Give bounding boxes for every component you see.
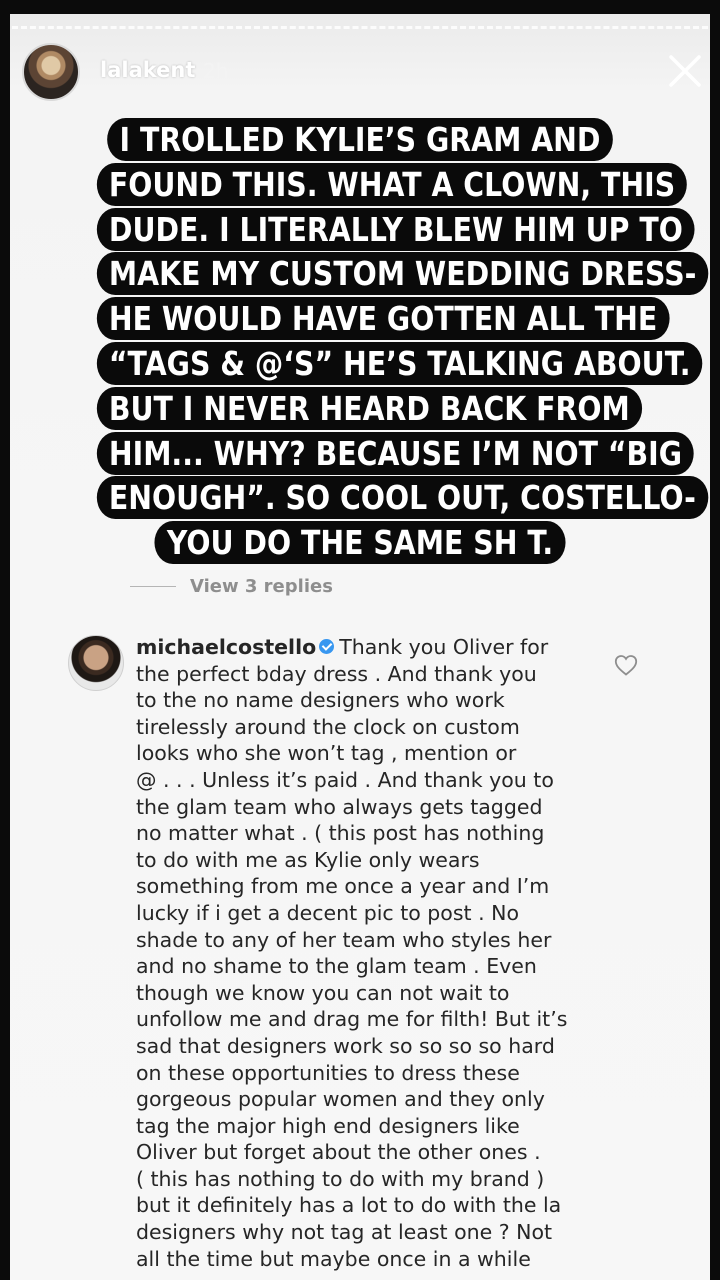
story-avatar[interactable]	[22, 43, 80, 101]
overlay-line: BUT I NEVER HEARD BACK FROM	[96, 386, 642, 430]
story-progress-bar	[12, 26, 708, 33]
comment-text-line: all the time but maybe once in a while	[136, 1246, 531, 1271]
comment-text-line: lucky if i get a decent pic to post . No	[136, 900, 519, 925]
comment-text-line: the perfect bday dress . And thank you	[136, 661, 537, 686]
comment-text-line: though we know you can not wait to	[136, 980, 510, 1005]
comment-avatar[interactable]	[68, 635, 124, 691]
overlay-line: YOU DO THE SAME SH T.	[154, 521, 566, 565]
comment-text-line: ( this has nothing to do with my brand )	[136, 1166, 545, 1191]
comment-text-line: no matter what . ( this post has nothing	[136, 821, 545, 846]
left-edge	[0, 0, 10, 1280]
story-username[interactable]: lalakent	[100, 58, 195, 82]
top-band	[0, 0, 720, 14]
comment-text-line: Thank you Oliver for	[339, 635, 549, 659]
story-view[interactable]: lalakent 2h View 3 replies michaelcostel…	[0, 0, 720, 1280]
overlay-line: MAKE MY CUSTOM WEDDING DRESS-	[96, 252, 709, 296]
comment-text-line: tirelessly around the clock on custom	[136, 714, 520, 739]
comment-username[interactable]: michaelcostello	[136, 635, 316, 659]
comment-first-row: michaelcostello Thank you Oliver for	[136, 634, 606, 661]
close-icon-glyph	[669, 55, 701, 87]
overlay-line: HE WOULD HAVE GOTTEN ALL THE	[96, 297, 670, 341]
comment-text-line: on these opportunities to dress these	[136, 1060, 520, 1085]
story-timestamp: 2h	[203, 59, 229, 83]
overlay-line: FOUND THIS. WHAT A CLOWN, THIS	[96, 162, 688, 206]
like-heart-icon[interactable]	[614, 654, 638, 676]
comment-text-line: sad that designers work so so so so hard	[136, 1033, 555, 1058]
heart-icon	[614, 655, 638, 676]
comment-text-line: Oliver but forget about the other ones .	[136, 1140, 541, 1165]
comment-text-line: gorgeous popular women and they only	[136, 1087, 545, 1112]
overlay-line: “TAGS & @‘S” HE’S TALKING ABOUT.	[96, 341, 703, 385]
replies-dash	[130, 585, 176, 587]
right-edge	[710, 0, 720, 1280]
view-replies-label[interactable]: View 3 replies	[190, 576, 333, 597]
comment-text-line: something from me once a year and I’m	[136, 874, 550, 899]
comment-text-line: to the no name designers who work	[136, 688, 505, 713]
overlay-line: HIM... WHY? BECAUSE I’M NOT “BIG	[96, 431, 695, 475]
comment-text-line: designers why not tag at least one ? Not	[136, 1220, 553, 1245]
comment-body: michaelcostello Thank you Oliver for the …	[136, 634, 606, 1272]
verified-badge-icon	[319, 638, 335, 654]
comment-text-line: and no shame to the glam team . Even	[136, 954, 537, 979]
comment-text-line: looks who she won’t tag , mention or	[136, 741, 517, 766]
story-text-overlay: I TROLLED KYLIE’S GRAM AND FOUND THIS. W…	[96, 118, 709, 566]
comment-text-line: tag the major high end designers like	[136, 1113, 520, 1138]
overlay-line: DUDE. I LITERALLY BLEW HIM UP TO	[96, 207, 695, 251]
comment-text-line: to do with me as Kylie only wears	[136, 847, 480, 872]
close-icon[interactable]	[664, 50, 706, 92]
comment-text-line: unfollow me and drag me for filth! But i…	[136, 1007, 568, 1032]
comment-text-line: the glam team who always gets tagged	[136, 794, 543, 819]
overlay-line: I TROLLED KYLIE’S GRAM AND	[107, 118, 613, 161]
overlay-line: ENOUGH”. SO COOL OUT, COSTELLO-	[96, 476, 708, 520]
comment-text-line: @ . . . Unless it’s paid . And thank you…	[136, 767, 554, 792]
comment-text-line: shade to any of her team who styles her	[136, 927, 552, 952]
view-replies[interactable]: View 3 replies	[130, 574, 333, 598]
comment-text-line: but it definitely has a lot to do with t…	[136, 1193, 562, 1218]
